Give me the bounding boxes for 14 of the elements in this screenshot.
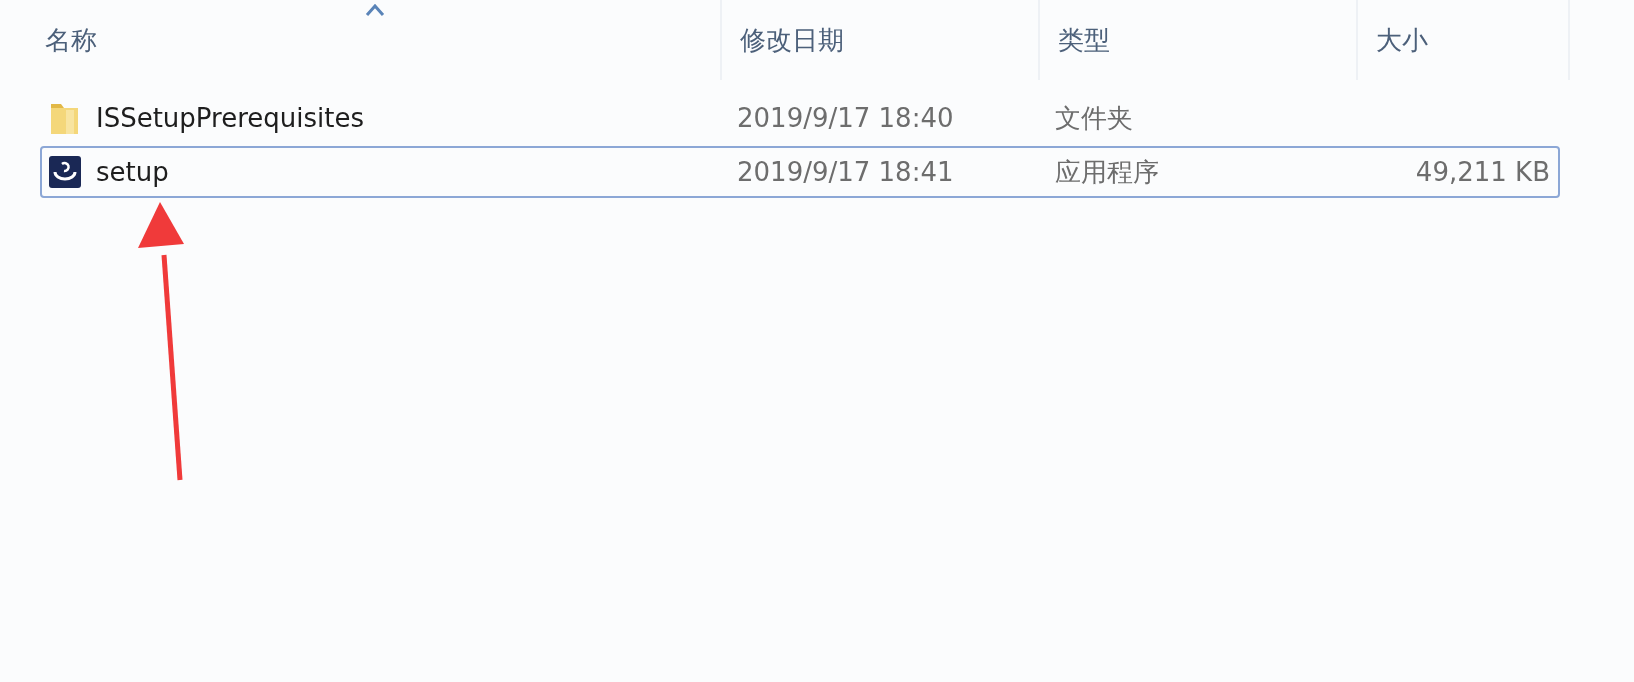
file-name: setup bbox=[96, 157, 169, 187]
column-header[interactable]: 名称 bbox=[45, 22, 97, 58]
file-row[interactable]: ISSetupPrerequisites 2019/9/17 18:40 文件夹 bbox=[40, 92, 1560, 144]
file-name: ISSetupPrerequisites bbox=[96, 103, 364, 133]
file-row[interactable]: setup 2019/9/17 18:41 应用程序 49,211 KB bbox=[40, 146, 1560, 198]
modified-date: 2019/9/17 18:40 bbox=[736, 103, 955, 133]
modified-date: 2019/9/17 18:41 bbox=[736, 157, 955, 187]
file-type: 文件夹 bbox=[1054, 101, 1134, 135]
file-type: 应用程序 bbox=[1054, 155, 1160, 189]
column-header[interactable]: 修改日期 bbox=[740, 22, 844, 58]
column-header[interactable]: 类型 bbox=[1058, 22, 1110, 58]
file-size: 49,211 KB bbox=[1415, 157, 1551, 187]
app-icon bbox=[48, 155, 82, 189]
column-header[interactable]: 大小 bbox=[1376, 22, 1428, 58]
